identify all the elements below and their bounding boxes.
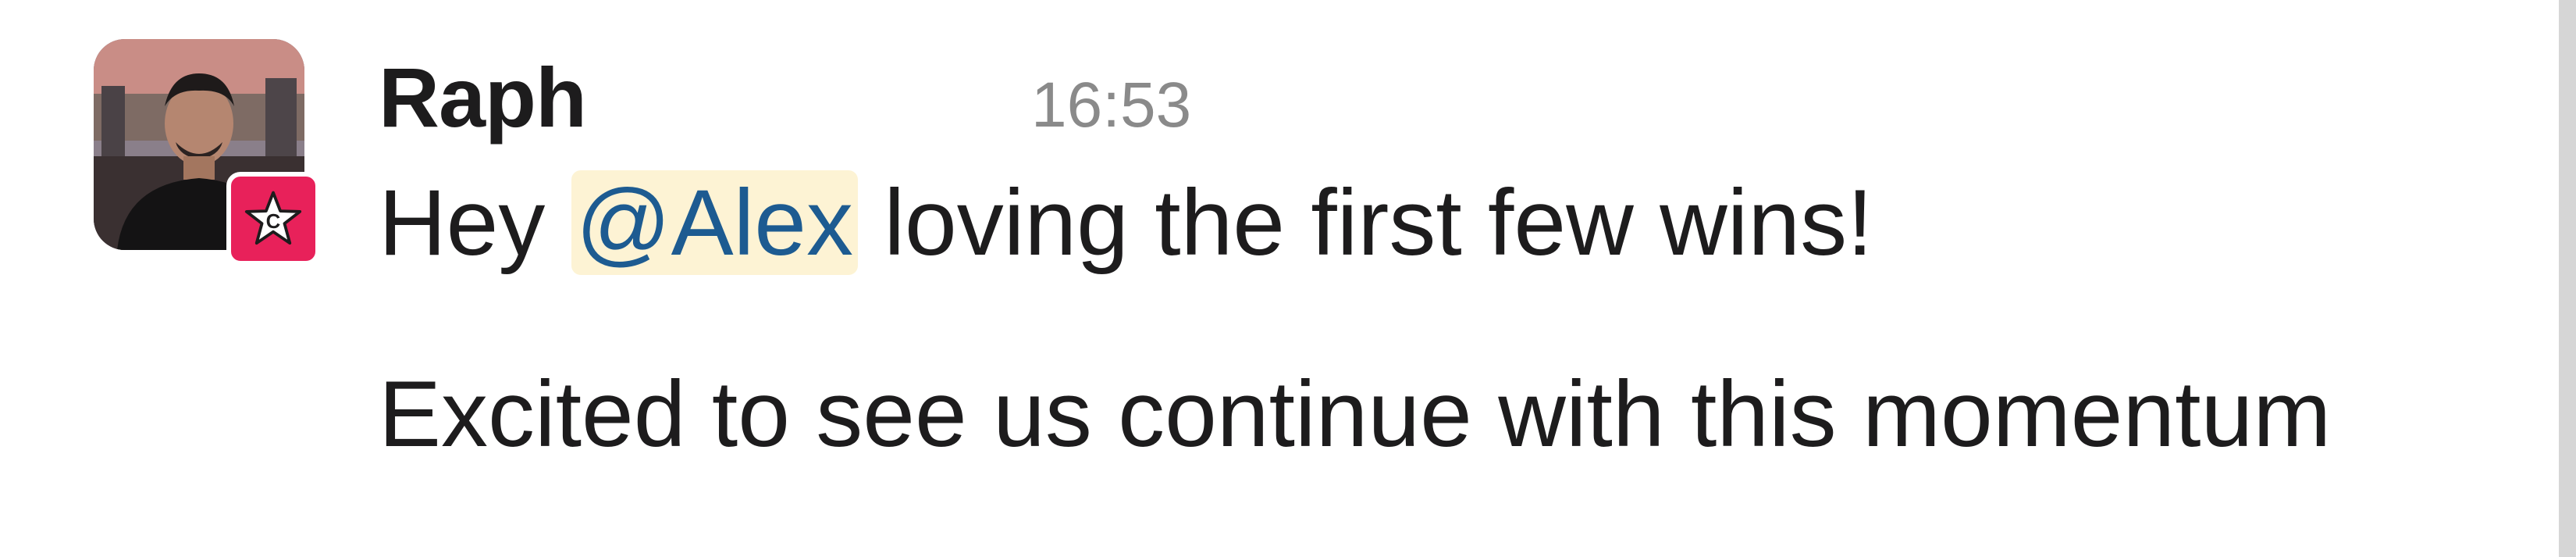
message-text-line-1: Hey @Alex loving the first few wins! bbox=[379, 164, 1873, 281]
chat-message: C Raph 16:53 Hey @Alex loving the first … bbox=[0, 0, 2576, 557]
badge-letter: C bbox=[266, 211, 281, 233]
mention-link[interactable]: @Alex bbox=[571, 170, 859, 275]
status-badge: C bbox=[226, 172, 320, 266]
avatar-container[interactable]: C bbox=[94, 39, 320, 266]
message-timestamp[interactable]: 16:53 bbox=[1031, 69, 1191, 142]
line1-prefix: Hey bbox=[379, 170, 571, 275]
message-text-line-2: Excited to see us continue with this mom… bbox=[379, 362, 2332, 466]
scrollbar[interactable] bbox=[2559, 0, 2576, 557]
author-name[interactable]: Raph bbox=[379, 48, 587, 146]
star-icon: C bbox=[244, 191, 302, 245]
message-header: Raph 16:53 bbox=[379, 48, 1191, 146]
line1-suffix: loving the first few wins! bbox=[858, 170, 1873, 275]
